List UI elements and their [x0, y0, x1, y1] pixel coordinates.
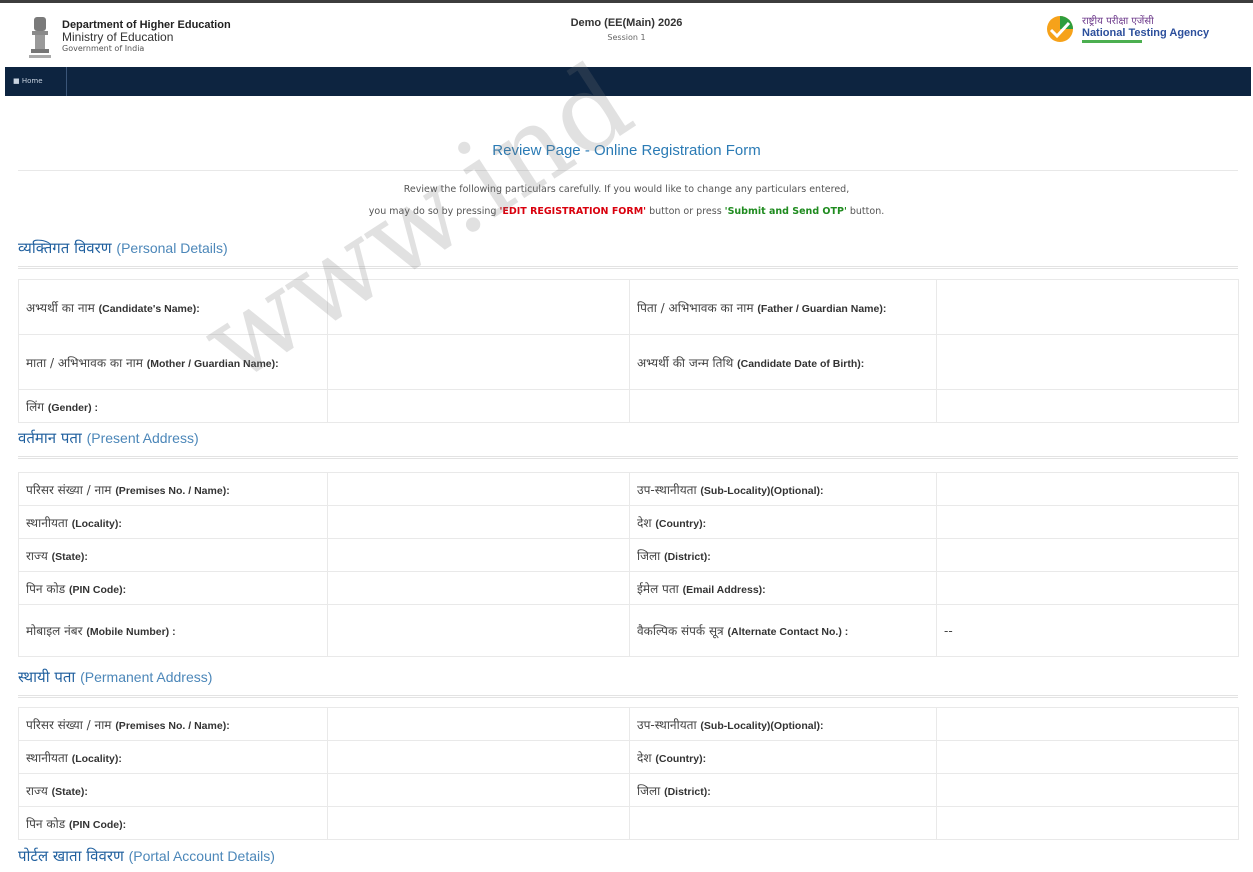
empty-cell — [936, 389, 1239, 423]
premises-value — [327, 707, 630, 741]
table-row: पिन कोड (PIN Code): ईमेल पता (Email Addr… — [18, 571, 1239, 605]
section-heading-hindi: वर्तमान पता — [18, 429, 82, 447]
premises-label: परिसर संख्या / नाम (Premises No. / Name)… — [18, 472, 328, 506]
mobile-value — [327, 604, 630, 657]
state-label: राज्य (State): — [18, 773, 328, 807]
present-address-table: परिसर संख्या / नाम (Premises No. / Name)… — [18, 472, 1239, 657]
empty-cell — [629, 806, 937, 840]
dob-label: अभ्यर्थी की जन्म तिथि (Candidate Date of… — [629, 334, 937, 390]
title-divider — [18, 170, 1238, 171]
alternate-contact-label: वैकल्पिक संपर्क सूत्र (Alternate Contact… — [629, 604, 937, 657]
nta-logo-icon — [1047, 16, 1073, 42]
submit-otp-label: 'Submit and Send OTP' — [724, 206, 847, 217]
country-label: देश (Country): — [629, 740, 937, 774]
notice-text-pre: you may do so by pressing — [368, 206, 500, 217]
table-row: अभ्यर्थी का नाम (Candidate's Name): पिता… — [18, 279, 1239, 335]
table-row: स्थानीयता (Locality): देश (Country): — [18, 740, 1239, 774]
mother-name-label: माता / अभिभावक का नाम (Mother / Guardian… — [18, 334, 328, 390]
mother-name-value — [327, 334, 630, 390]
alternate-contact-value: -- — [936, 604, 1239, 657]
gender-value — [327, 389, 630, 423]
section-heading-english: (Present Address) — [86, 430, 199, 446]
section-heading-hindi: व्यक्तिगत विवरण — [18, 239, 112, 257]
table-row: परिसर संख्या / नाम (Premises No. / Name)… — [18, 707, 1239, 741]
main-navbar: ■ Home — [5, 67, 1251, 96]
notice-text-post: button. — [846, 206, 885, 217]
state-value — [327, 773, 630, 807]
sub-locality-value — [936, 707, 1239, 741]
table-row: राज्य (State): जिला (District): — [18, 773, 1239, 807]
site-header: Department of Higher Education Ministry … — [0, 3, 1253, 67]
pin-code-label: पिन कोड (PIN Code): — [18, 571, 328, 605]
sub-locality-value — [936, 472, 1239, 506]
empty-cell — [629, 389, 937, 423]
country-label: देश (Country): — [629, 505, 937, 539]
father-name-value — [936, 279, 1239, 335]
section-divider — [18, 456, 1238, 459]
table-row: मोबाइल नंबर (Mobile Number) : वैकल्पिक स… — [18, 604, 1239, 657]
table-row: पिन कोड (PIN Code): — [18, 806, 1239, 840]
section-divider — [18, 695, 1238, 698]
table-row: स्थानीयता (Locality): देश (Country): — [18, 505, 1239, 539]
table-row: राज्य (State): जिला (District): — [18, 538, 1239, 572]
section-heading-hindi: पोर्टल खाता विवरण — [18, 847, 124, 865]
sub-locality-label: उप-स्थानीयता (Sub-Locality)(Optional): — [629, 707, 937, 741]
district-label: जिला (District): — [629, 773, 937, 807]
section-heading-english: (Permanent Address) — [80, 669, 213, 685]
district-value — [936, 538, 1239, 572]
notice-text-mid: button or press — [646, 206, 725, 217]
section-heading-english: (Portal Account Details) — [128, 848, 275, 864]
personal-details-table: अभ्यर्थी का नाम (Candidate's Name): पिता… — [18, 279, 1239, 423]
locality-value — [327, 740, 630, 774]
pin-code-label: पिन कोड (PIN Code): — [18, 806, 328, 840]
pin-code-value — [327, 571, 630, 605]
gender-label: लिंग (Gender) : — [18, 389, 328, 423]
section-heading-present: वर्तमान पता (Present Address) — [18, 428, 199, 448]
father-name-label: पिता / अभिभावक का नाम (Father / Guardian… — [629, 279, 937, 335]
nta-underline — [1082, 40, 1142, 43]
nav-home-link[interactable]: ■ Home — [5, 67, 67, 96]
premises-label: परिसर संख्या / नाम (Premises No. / Name)… — [18, 707, 328, 741]
notice-line-1: Review the following particulars careful… — [403, 184, 850, 195]
email-value — [936, 571, 1239, 605]
state-value — [327, 538, 630, 572]
nta-block: राष्ट्रीय परीक्षा एजेंसी National Testin… — [1082, 13, 1209, 43]
section-heading-hindi: स्थायी पता — [18, 668, 76, 686]
section-heading-permanent: स्थायी पता (Permanent Address) — [18, 667, 212, 687]
dob-value — [936, 334, 1239, 390]
mobile-label: मोबाइल नंबर (Mobile Number) : — [18, 604, 328, 657]
candidate-name-label: अभ्यर्थी का नाम (Candidate's Name): — [18, 279, 328, 335]
permanent-address-table: परिसर संख्या / नाम (Premises No. / Name)… — [18, 707, 1239, 840]
notice-line-2: you may do so by pressing 'EDIT REGISTRA… — [0, 206, 1253, 217]
email-label: ईमेल पता (Email Address): — [629, 571, 937, 605]
table-row: परिसर संख्या / नाम (Premises No. / Name)… — [18, 472, 1239, 506]
district-label: जिला (District): — [629, 538, 937, 572]
section-heading-english: (Personal Details) — [116, 240, 228, 256]
candidate-name-value — [327, 279, 630, 335]
government-name: Government of India — [62, 44, 145, 53]
district-value — [936, 773, 1239, 807]
locality-value — [327, 505, 630, 539]
section-divider — [18, 266, 1238, 269]
empty-cell — [936, 806, 1239, 840]
locality-label: स्थानीयता (Locality): — [18, 505, 328, 539]
premises-value — [327, 472, 630, 506]
state-label: राज्य (State): — [18, 538, 328, 572]
edit-registration-label: 'EDIT REGISTRATION FORM' — [499, 206, 647, 217]
country-value — [936, 740, 1239, 774]
country-value — [936, 505, 1239, 539]
pin-code-value — [327, 806, 630, 840]
table-row: माता / अभिभावक का नाम (Mother / Guardian… — [18, 334, 1239, 390]
page-title: Review Page - Online Registration Form — [492, 142, 761, 159]
section-heading-portal: पोर्टल खाता विवरण (Portal Account Detail… — [18, 846, 275, 866]
section-heading-personal: व्यक्तिगत विवरण (Personal Details) — [18, 238, 228, 258]
nta-hindi-name: राष्ट्रीय परीक्षा एजेंसी — [1082, 16, 1154, 27]
table-row: लिंग (Gender) : — [18, 389, 1239, 423]
nta-english-name: National Testing Agency — [1082, 27, 1210, 39]
sub-locality-label: उप-स्थानीयता (Sub-Locality)(Optional): — [629, 472, 937, 506]
locality-label: स्थानीयता (Locality): — [18, 740, 328, 774]
